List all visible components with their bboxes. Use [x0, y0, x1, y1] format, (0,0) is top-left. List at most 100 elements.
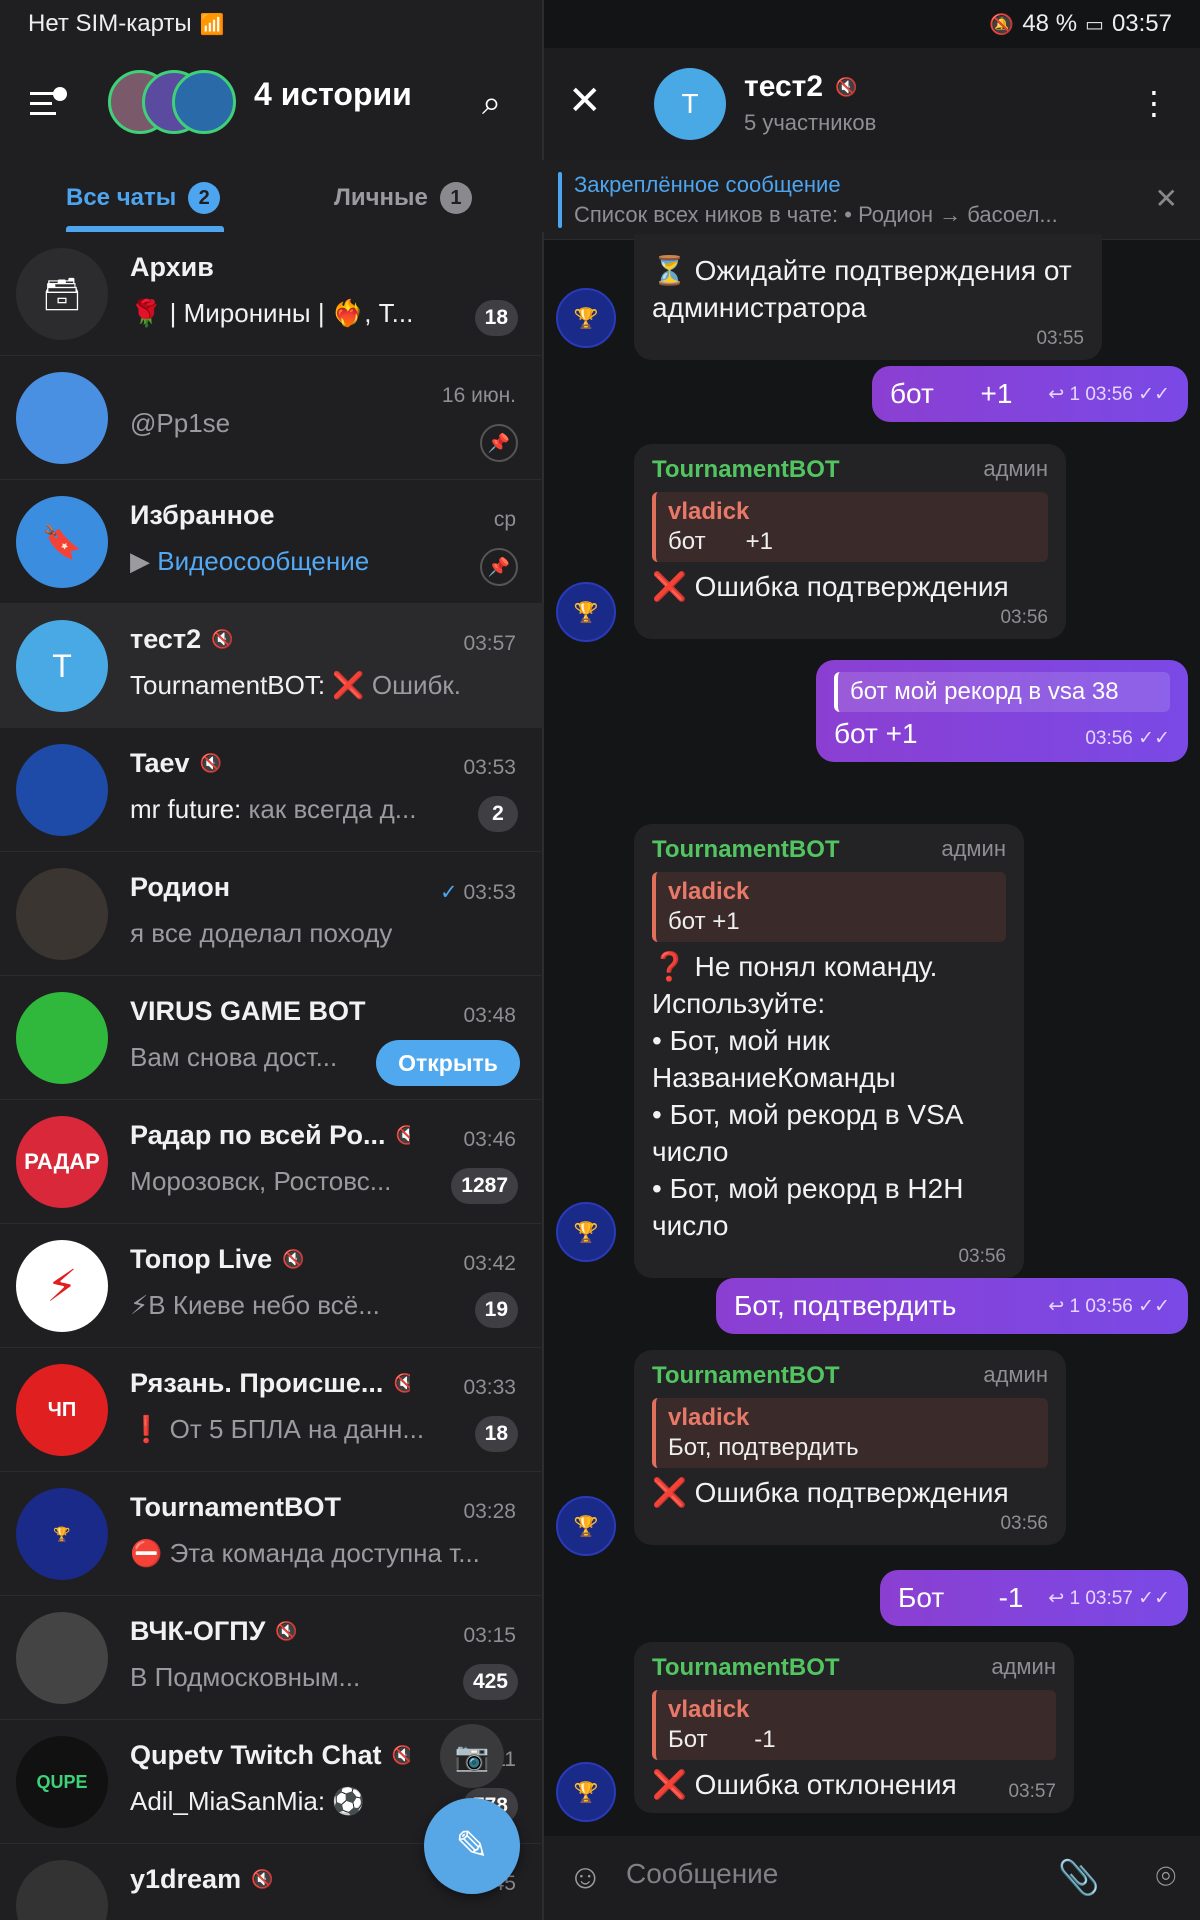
chat-time: 03:48	[463, 1004, 516, 1027]
chat-list: 🗃 Архив 🌹 | Миронины | ❤️‍🔥, Т... 18 16 …	[0, 232, 544, 1920]
pinned-message[interactable]: Закреплённое сообщение Список всех ников…	[544, 160, 1200, 240]
unread-badge: 19	[474, 1292, 518, 1328]
sender-name[interactable]: TournamentBOT	[652, 1362, 840, 1390]
chat-row[interactable]: ЧП Рязань. Происше... 🔇 03:33 ❗ От 5 БПЛА…	[0, 1348, 544, 1472]
chat-preview: я все доделал походу	[130, 918, 393, 948]
mute-icon: 🔇	[391, 1745, 410, 1765]
bot-avatar: 🏆	[556, 1762, 616, 1822]
message-text: ❌ Ошибка отклонения	[652, 1769, 957, 1800]
message-meta: ↩ 1 03:56 ✓✓	[1048, 1295, 1170, 1317]
message-time: 03:57	[1008, 1781, 1056, 1802]
message-out[interactable]: бот +1 ↩ 1 03:56 ✓✓	[872, 366, 1188, 422]
bot-avatar: 🏆	[556, 582, 616, 642]
compose-button[interactable]: ✎	[424, 1798, 520, 1894]
reply-quote[interactable]: бот мой рекорд в vsa 38	[834, 672, 1170, 712]
reply-quote[interactable]: vladick Бот, подтвердить	[652, 1398, 1048, 1468]
chat-preview: Вам снова дост...	[130, 1042, 338, 1072]
chat-preview: TournamentBOT: ❌ Ошибк...	[130, 670, 460, 701]
chat-name: Радар по всей Ро... 🔇	[130, 1120, 410, 1151]
chat-avatar[interactable]: T	[654, 68, 726, 140]
chat-row[interactable]: Родион ✓ 03:53 я все доделал походу	[0, 852, 544, 976]
tab-label: Личные	[334, 184, 428, 211]
chat-row[interactable]: Taev 🔇 03:53 mr future: как всегда д... 2	[0, 728, 544, 852]
tab-personal[interactable]: Личные 1	[334, 182, 472, 214]
pinned-text: Список всех ников в чате: • Родион → бас…	[574, 202, 1058, 227]
quote-author: vladick	[668, 878, 750, 905]
chat-row[interactable]: ⚡ Топор Live 🔇 03:42 ⚡В Киеве небо всё...…	[0, 1224, 544, 1348]
chat-name: TournamentBOT	[130, 1492, 341, 1522]
menu-icon[interactable]	[28, 84, 68, 124]
message-meta: 03:56 ✓✓	[1085, 728, 1170, 749]
message-input[interactable]: Сообщение	[626, 1858, 778, 1890]
close-pinned-icon[interactable]: ✕	[1155, 182, 1178, 215]
message-in[interactable]: TournamentBOT админ vladick Бот, подтверди…	[634, 1350, 1066, 1545]
tab-all-chats[interactable]: Все чаты 2	[66, 182, 221, 214]
carrier-text: Нет SIM-карты	[28, 10, 192, 37]
chat-row-saved[interactable]: 🔖 Избранное ср ▶ Видеосообщение 📌	[0, 480, 544, 604]
story-avatar	[172, 70, 236, 134]
mute-icon: 🔇	[282, 1249, 305, 1269]
message-in[interactable]: TournamentBOT админ vladick Бот -1 ❌ Ошибк…	[634, 1642, 1074, 1813]
chat-time: 03:28	[463, 1500, 516, 1523]
battery-text: 48 %	[1022, 10, 1078, 37]
message-in[interactable]: TournamentBOT админ vladick бот +1 ❓ Не по…	[634, 824, 1024, 1278]
chat-preview: @Pp1se	[130, 408, 231, 438]
quote-author: vladick	[668, 498, 750, 525]
quote-text: Бот -1	[668, 1726, 776, 1753]
chat-row[interactable]: ВЧК-ОГПУ 🔇 03:15 В Подмосковным... 425	[0, 1596, 544, 1720]
message-in[interactable]: ⏳ Ожидайте подтверждения от администрато…	[634, 234, 1102, 360]
chat-name-text: Рязань. Происше...	[130, 1368, 384, 1398]
preview-text: | Миронины | ❤️‍🔥, Т...	[169, 298, 414, 328]
chat-preview: Adil_MiaSanMia: ⚽	[130, 1786, 365, 1817]
avatar: РАДАР	[16, 1116, 108, 1208]
sender-name[interactable]: TournamentBOT	[652, 1654, 840, 1682]
chat-time: ср	[493, 508, 516, 531]
chat-time: 16 июн.	[441, 384, 516, 407]
chat-row[interactable]: 16 июн. @Pp1se 📌	[0, 356, 544, 480]
chat-name-text: тест2	[130, 624, 202, 654]
sender-name[interactable]: TournamentBOT	[652, 836, 840, 864]
quote-text: Бот, подтвердить	[668, 1434, 859, 1461]
message-out[interactable]: бот мой рекорд в vsa 38 бот +1 03:56 ✓✓	[816, 660, 1188, 762]
chat-title[interactable]: тест2 🔇	[744, 70, 857, 104]
open-bot-button[interactable]: Открыть	[376, 1040, 520, 1086]
chat-row-archive[interactable]: 🗃 Архив 🌹 | Миронины | ❤️‍🔥, Т... 18	[0, 232, 544, 356]
message-out[interactable]: Бот, подтвердить ↩ 1 03:56 ✓✓	[716, 1278, 1188, 1334]
stories-avatars[interactable]	[108, 70, 236, 138]
chat-row[interactable]: 🏆 TournamentBOT 03:28 ⛔ Эта команда дост…	[0, 1472, 544, 1596]
message-time: 03:56	[1000, 607, 1048, 628]
tab-count: 1	[439, 182, 472, 214]
message-meta: ↩ 1 03:56 ✓✓	[1048, 383, 1170, 405]
reply-quote[interactable]: vladick бот +1	[652, 492, 1048, 562]
reply-quote[interactable]: vladick бот +1	[652, 872, 1006, 942]
quote-author: vladick	[668, 1696, 750, 1723]
reply-quote[interactable]: vladick Бот -1	[652, 1690, 1056, 1760]
attach-icon[interactable]: 📎	[1058, 1858, 1100, 1898]
message-text: ❌ Ошибка подтверждения	[652, 571, 1009, 602]
avatar: 🏆	[16, 1488, 108, 1580]
instant-camera-icon[interactable]: ⌾	[1156, 1858, 1176, 1897]
message-in[interactable]: TournamentBOT админ vladick бот +1 ❌ Ошибк…	[634, 444, 1066, 639]
message-meta: ↩ 1 03:57 ✓✓	[1048, 1587, 1170, 1609]
sender-name[interactable]: TournamentBOT	[652, 456, 840, 484]
read-check-icon: ✓	[439, 881, 458, 904]
chat-title-text: тест2	[744, 70, 824, 103]
chat-row[interactable]: VIRUS GAME BOT 03:48 Вам снова дост... О…	[0, 976, 544, 1100]
avatar: QUPE	[16, 1736, 108, 1828]
stories-title[interactable]: 4 истории	[254, 76, 412, 113]
search-icon[interactable]: ⌕	[482, 84, 501, 123]
mute-icon: 🔇	[395, 1125, 410, 1145]
chat-row-test2[interactable]: T тест2 🔇 03:57 TournamentBOT: ❌ Ошибк...	[0, 604, 544, 728]
emoji-icon[interactable]: ☺	[568, 1858, 603, 1897]
camera-icon[interactable]: 📷	[440, 1724, 504, 1788]
close-icon[interactable]: ✕	[568, 78, 602, 124]
avatar: ЧП	[16, 1364, 108, 1456]
avatar	[16, 1612, 108, 1704]
message-out[interactable]: Бот -1 ↩ 1 03:57 ✓✓	[880, 1570, 1188, 1626]
chat-preview: ⛔ Эта команда доступна т...	[130, 1538, 480, 1568]
preview-text: как всегда д...	[248, 794, 417, 824]
more-options-icon[interactable]: ⋮	[1138, 84, 1170, 122]
battery-icon: ▭	[1085, 13, 1104, 36]
message-text: Бот -1	[898, 1582, 1024, 1613]
chat-row[interactable]: РАДАР Радар по всей Ро... 🔇 03:46 Морозов…	[0, 1100, 544, 1224]
